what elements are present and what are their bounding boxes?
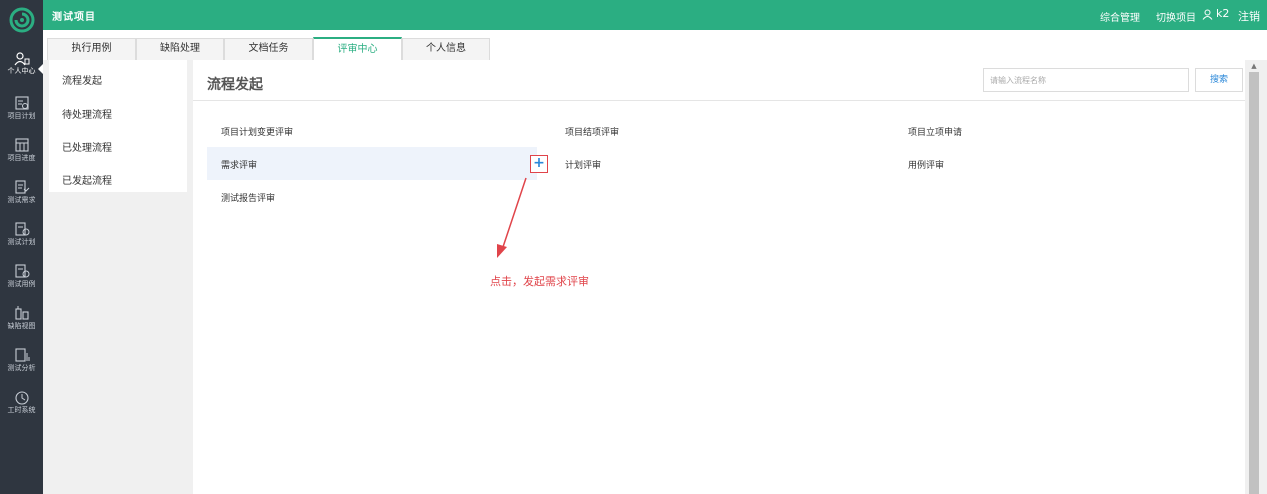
active-pointer <box>38 64 43 74</box>
nav-label-project-plan: 项目计划 <box>7 112 36 120</box>
tab-document-tasks[interactable]: 文档任务 <box>224 38 313 60</box>
logout-link[interactable]: 注销 <box>1238 8 1260 24</box>
nav-label-project-progress: 项目进度 <box>7 154 36 162</box>
test-analysis-icon <box>14 348 29 362</box>
project-plan-icon <box>14 96 29 110</box>
nav-item-test-requirement[interactable]: 测试需求 <box>0 180 43 220</box>
nav-label-test-requirement: 测试需求 <box>7 196 36 204</box>
annotation-text: 点击，发起需求评审 <box>490 275 589 288</box>
nav-item-test-plan[interactable]: 测试计划 <box>0 222 43 262</box>
nav-label-test-case: 测试用例 <box>7 280 36 288</box>
process-search-input[interactable] <box>983 68 1189 92</box>
top-header: 测试项目 综合管理 切换项目 k2 注销 <box>43 0 1267 30</box>
tab-personal-info[interactable]: 个人信息 <box>402 38 490 60</box>
nav-item-test-analysis[interactable]: 测试分析 <box>0 348 43 388</box>
subnav-initiated-process[interactable]: 已发起流程 <box>62 172 112 187</box>
left-nav-bar: 个人中心 项目计划 项目进度 测试需求 测试计划 测试用例 缺陷视图 测试分析 … <box>0 0 43 494</box>
nav-item-test-case[interactable]: 测试用例 <box>0 264 43 304</box>
test-plan-icon <box>14 222 29 236</box>
app-logo-icon <box>9 7 35 33</box>
project-progress-icon <box>14 138 29 152</box>
project-title: 测试项目 <box>52 12 96 23</box>
scrollbar-thumb[interactable] <box>1249 72 1259 494</box>
nav-item-timesheet[interactable]: 工时系统 <box>0 390 43 430</box>
switch-project-link[interactable]: 切换项目 <box>1156 9 1196 24</box>
sub-nav-empty-area <box>49 192 187 494</box>
defect-view-icon <box>14 306 29 320</box>
tab-strip: 执行用例 缺陷处理 文档任务 评审中心 个人信息 <box>43 30 1267 61</box>
username-link[interactable]: k2 <box>1216 7 1229 20</box>
user-icon <box>1202 9 1213 20</box>
review-sub-nav: 流程发起 待处理流程 已处理流程 已发起流程 <box>49 60 187 192</box>
user-center-icon <box>14 52 29 66</box>
nav-label-test-analysis: 测试分析 <box>7 364 36 372</box>
scroll-up-arrow-icon[interactable]: ▲ <box>1249 62 1259 70</box>
overall-management-link[interactable]: 综合管理 <box>1100 9 1140 24</box>
nav-item-project-progress[interactable]: 项目进度 <box>0 138 43 178</box>
tab-execute-cases[interactable]: 执行用例 <box>47 38 136 60</box>
tab-defect-handling[interactable]: 缺陷处理 <box>136 38 224 60</box>
nav-item-user-center[interactable]: 个人中心 <box>0 52 43 92</box>
subnav-pending-process[interactable]: 待处理流程 <box>62 106 112 121</box>
test-requirement-icon <box>14 180 29 194</box>
subnav-initiate-process[interactable]: 流程发起 <box>62 72 102 87</box>
subnav-processed-process[interactable]: 已处理流程 <box>62 139 112 154</box>
nav-item-defect-view[interactable]: 缺陷视图 <box>0 306 43 346</box>
main-panel: 流程发起 搜索 项目计划变更评审 项目结项评审 项目立项申请 需求评审 + 计划… <box>193 60 1245 494</box>
annotation-arrow <box>497 177 527 258</box>
process-case-review[interactable]: 用例评审 <box>908 158 944 171</box>
tab-review-center[interactable]: 评审中心 <box>313 37 402 61</box>
process-project-initiation-request[interactable]: 项目立项申请 <box>908 125 962 138</box>
nav-label-timesheet: 工时系统 <box>7 406 36 414</box>
timesheet-icon <box>14 391 29 405</box>
search-button[interactable]: 搜索 <box>1195 68 1243 92</box>
nav-label-user-center: 个人中心 <box>7 67 36 75</box>
nav-label-defect-view: 缺陷视图 <box>7 322 36 330</box>
nav-item-project-plan[interactable]: 项目计划 <box>0 96 43 136</box>
nav-label-test-plan: 测试计划 <box>7 238 36 246</box>
test-case-icon <box>14 264 29 278</box>
